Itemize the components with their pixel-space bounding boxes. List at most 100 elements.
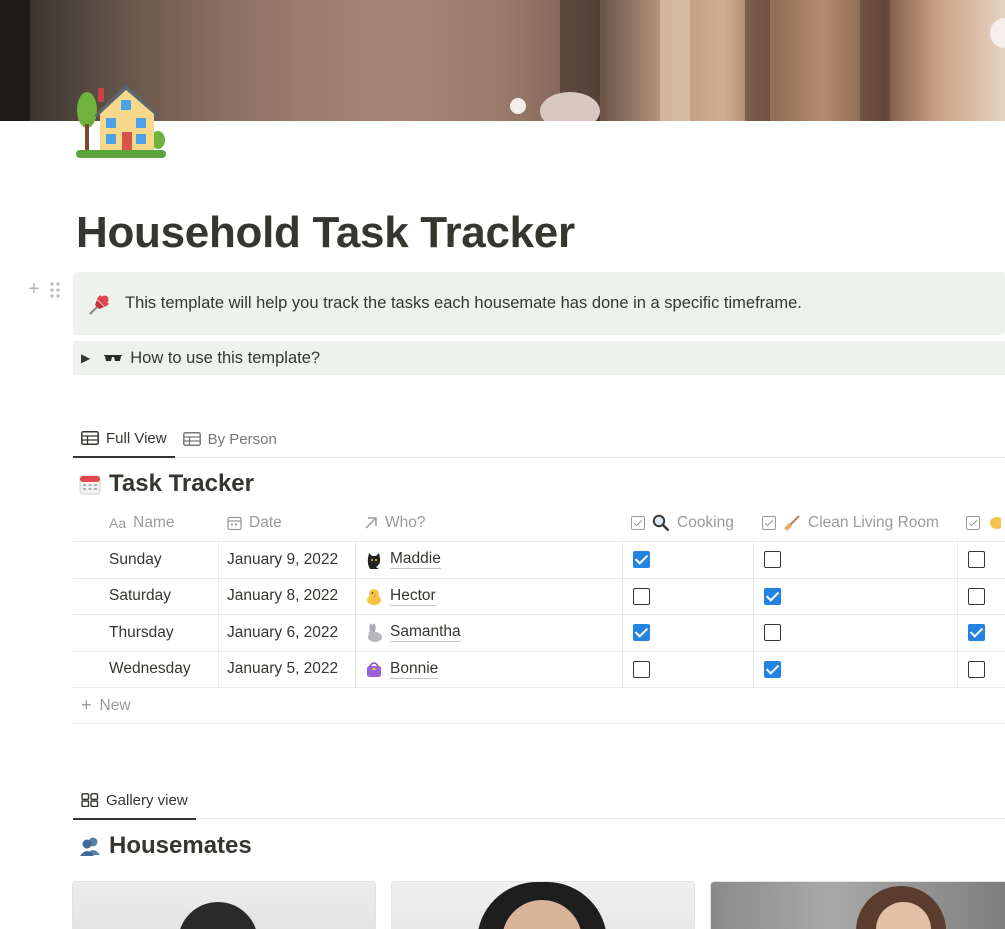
gallery-card[interactable] [710, 881, 1005, 929]
callout-text: This template will help you track the ta… [125, 294, 802, 312]
gallery-icon [81, 793, 99, 807]
magnifier-icon [652, 514, 670, 532]
house-icon[interactable] [76, 78, 166, 160]
task-checkbox[interactable] [968, 587, 985, 605]
housemates-title[interactable]: Housemates [79, 832, 252, 860]
row-name-text: Sunday [109, 550, 162, 568]
cell-name[interactable]: Saturday [73, 578, 219, 614]
add-block-icon[interactable]: + [28, 278, 40, 301]
housemate-photo [711, 882, 1005, 929]
cell-date[interactable]: January 8, 2022 [219, 578, 356, 614]
housemates-title-text: Housemates [109, 832, 252, 859]
column-header-who[interactable]: Who? [356, 505, 623, 541]
arrow-ne-icon [365, 517, 377, 529]
column-header-name[interactable]: Aa Name [73, 505, 219, 541]
cell-name[interactable]: Wednesday [73, 651, 219, 687]
cooking-checkbox[interactable] [633, 551, 650, 569]
cell-date[interactable]: January 5, 2022 [219, 651, 356, 687]
column-header-clean-label: Clean Living Room [808, 514, 939, 531]
view-tabs: Full View By Person [73, 420, 1005, 458]
toggle-triangle-icon[interactable]: ▶ [81, 351, 90, 365]
new-row-label: New [99, 696, 131, 714]
page-title[interactable]: Household Task Tracker [76, 208, 575, 258]
task-checkbox[interactable] [968, 624, 985, 642]
tab-full-view[interactable]: Full View [73, 420, 175, 458]
pushpin-icon [89, 294, 109, 315]
tab-gallery-view[interactable]: Gallery view [73, 782, 196, 820]
housemate-link[interactable]: Bonnie [390, 660, 439, 679]
clean-living-room-checkbox[interactable] [764, 587, 781, 605]
clean-living-room-checkbox[interactable] [764, 660, 781, 678]
cell-cooking [623, 615, 754, 651]
gallery-card[interactable] [72, 881, 376, 929]
row-date-text: January 8, 2022 [227, 587, 339, 605]
housemate-link[interactable]: Hector [390, 587, 436, 606]
column-header-who-label: Who? [385, 514, 426, 531]
column-header-more[interactable] [958, 505, 1005, 541]
calendar-icon [79, 475, 101, 495]
column-header-date[interactable]: Date [219, 505, 356, 541]
cell-more [958, 652, 1005, 688]
toggle-block[interactable]: ▶ How to use this template? [73, 341, 1005, 375]
callout-block[interactable]: This template will help you track the ta… [73, 272, 1005, 335]
cell-clean-living-room [754, 542, 958, 578]
clean-living-room-checkbox[interactable] [764, 551, 781, 569]
row-date-text: January 6, 2022 [227, 623, 339, 641]
cat-icon [364, 550, 384, 570]
cell-more [958, 542, 1005, 578]
calendar-prop-icon [227, 516, 242, 530]
table-row[interactable]: Wednesday January 5, 2022 Bonnie [73, 651, 1005, 688]
people-icon [80, 837, 100, 856]
column-header-name-label: Name [133, 514, 175, 531]
cell-more [958, 579, 1005, 615]
table-row[interactable]: Thursday January 6, 2022 Samantha [73, 615, 1005, 652]
clean-living-room-checkbox[interactable] [764, 624, 781, 642]
cell-clean-living-room [754, 578, 958, 614]
table-header-row: Aa Name Date Who? Cooking Clean Living R… [73, 505, 1005, 542]
purse-icon [364, 659, 384, 679]
cell-name[interactable]: Sunday [73, 542, 219, 578]
cell-who[interactable]: Bonnie [356, 651, 623, 687]
tab-by-person[interactable]: By Person [175, 420, 285, 458]
table-row[interactable]: Sunday January 9, 2022 Maddie [73, 542, 1005, 579]
cooking-checkbox[interactable] [633, 587, 650, 605]
gallery-card[interactable] [391, 881, 695, 929]
cell-who[interactable]: Hector [356, 578, 623, 614]
housemate-link[interactable]: Maddie [390, 550, 441, 570]
housemate-photo [73, 882, 375, 929]
chick-icon [364, 586, 384, 606]
block-handles[interactable]: + [28, 278, 60, 301]
cell-who[interactable]: Maddie [356, 542, 623, 578]
broom-icon [784, 515, 800, 531]
partial-emoji-icon [990, 517, 1001, 529]
table-row[interactable]: Saturday January 8, 2022 Hector [73, 578, 1005, 615]
task-table: Aa Name Date Who? Cooking Clean Living R… [73, 505, 1005, 724]
cooking-checkbox[interactable] [633, 660, 650, 678]
row-name-text: Saturday [109, 587, 172, 605]
drag-handle-icon[interactable] [50, 281, 60, 299]
cell-name[interactable]: Thursday [73, 615, 219, 651]
column-header-cooking[interactable]: Cooking [623, 505, 754, 541]
cell-date[interactable]: January 6, 2022 [219, 615, 356, 651]
table-icon [81, 431, 99, 445]
row-date-text: January 9, 2022 [227, 550, 339, 568]
column-header-date-label: Date [249, 514, 282, 531]
row-date-text: January 5, 2022 [227, 660, 339, 678]
cell-date[interactable]: January 9, 2022 [219, 542, 356, 578]
cell-cooking [623, 651, 754, 687]
cell-who[interactable]: Samantha [356, 615, 623, 651]
database-title[interactable]: Task Tracker [79, 470, 254, 498]
task-checkbox[interactable] [968, 660, 985, 678]
task-checkbox[interactable] [968, 551, 985, 569]
rabbit-icon [364, 623, 384, 643]
tab-full-view-label: Full View [106, 429, 167, 447]
cooking-checkbox[interactable] [633, 624, 650, 642]
database-title-text: Task Tracker [109, 470, 254, 497]
table-icon [182, 432, 201, 446]
tab-by-person-label: By Person [207, 430, 277, 448]
cell-more [958, 615, 1005, 651]
housemate-link[interactable]: Samantha [390, 623, 461, 643]
new-row-button[interactable]: + New [73, 688, 1005, 724]
column-header-clean-living-room[interactable]: Clean Living Room [754, 505, 958, 541]
checkbox-prop-icon [631, 516, 645, 530]
